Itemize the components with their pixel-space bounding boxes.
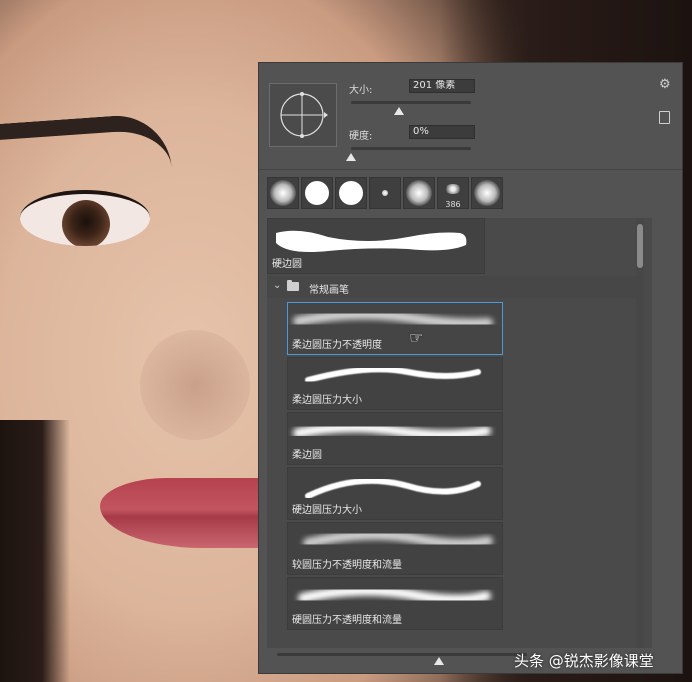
- brush-item[interactable]: 硬边圆压力大小: [287, 467, 503, 520]
- hardness-slider-thumb[interactable]: [346, 153, 356, 161]
- preset-size-number: 386: [445, 200, 461, 209]
- preset-spatter-brush[interactable]: 386: [437, 177, 469, 209]
- recent-brush-item[interactable]: 硬边圆: [267, 218, 485, 274]
- brush-preset-panel: 大小: 硬度: ⚙ 386 硬边圆 ⌄ 常规画笔 柔边圆压力不透明度柔边圆压力大…: [258, 62, 683, 674]
- stroke-path: [293, 422, 491, 440]
- stroke-path: [303, 529, 493, 549]
- size-slider-thumb[interactable]: [394, 107, 404, 115]
- brush-group-name: 常规画笔: [309, 285, 349, 296]
- size-slider-track[interactable]: [351, 101, 471, 104]
- preset-soft-round-brush[interactable]: [403, 177, 435, 209]
- new-preset-icon[interactable]: [659, 111, 670, 124]
- brush-item[interactable]: 柔边圆压力大小: [287, 357, 503, 410]
- brush-item[interactable]: 柔边圆: [287, 412, 503, 465]
- size-label: 大小:: [349, 85, 373, 96]
- preset-small-brush[interactable]: [369, 177, 401, 209]
- hardness-field[interactable]: [409, 125, 475, 139]
- soft-round-brush-icon: [474, 180, 500, 206]
- list-scrollbar[interactable]: [636, 218, 644, 648]
- hardness-label: 硬度:: [349, 131, 373, 142]
- iris: [62, 200, 110, 246]
- hair-left: [0, 420, 70, 682]
- brush-group-header[interactable]: ⌄ 常规画笔: [267, 276, 637, 298]
- brush-name: 硬边圆压力大小: [292, 505, 362, 516]
- eyebrow: [0, 112, 172, 180]
- stroke-path: [293, 309, 493, 329]
- recent-brush-name: 硬边圆: [272, 259, 302, 270]
- brush-name: 柔边圆压力大小: [292, 395, 362, 406]
- gear-icon[interactable]: ⚙: [659, 77, 671, 92]
- eye: [20, 190, 150, 246]
- brush-name: 硬圆压力不透明度和流量: [292, 615, 402, 626]
- stroke-path: [305, 366, 481, 383]
- brush-name: 柔边圆: [292, 450, 322, 461]
- lips: [100, 478, 270, 548]
- preview-size-slider-thumb[interactable]: [434, 657, 444, 665]
- preview-size-slider-track[interactable]: [277, 653, 527, 656]
- brush-name: 柔边圆压力不透明度: [292, 340, 382, 351]
- small-brush-icon: [382, 190, 388, 196]
- hard-round-brush-icon: [305, 181, 329, 205]
- spatter-brush-icon: [444, 183, 462, 194]
- chevron-down-icon[interactable]: ⌄: [273, 280, 281, 291]
- hand-cursor-icon: ☞: [409, 328, 424, 347]
- brush-angle-preview[interactable]: [269, 83, 337, 147]
- stroke-path: [298, 585, 491, 605]
- preset-soft-round-brush[interactable]: [267, 177, 299, 209]
- watermark: 头条 @锐杰影像课堂: [514, 652, 654, 670]
- hard-round-brush-icon: [339, 181, 363, 205]
- nose-shadow: [140, 330, 250, 440]
- divider: [259, 169, 682, 170]
- brush-item[interactable]: 硬圆压力不透明度和流量: [287, 577, 503, 630]
- preset-hard-round-brush[interactable]: [301, 177, 333, 209]
- preset-hard-round-brush[interactable]: [335, 177, 367, 209]
- soft-round-brush-icon: [406, 180, 432, 206]
- brush-name: 较圆压力不透明度和流量: [292, 560, 402, 571]
- brush-item[interactable]: 较圆压力不透明度和流量: [287, 522, 503, 575]
- preset-soft-round-brush[interactable]: [471, 177, 503, 209]
- hardness-slider-track[interactable]: [351, 147, 471, 150]
- size-field[interactable]: [409, 79, 475, 93]
- soft-round-brush-icon: [270, 180, 296, 206]
- brush-preset-list: 硬边圆 ⌄ 常规画笔 柔边圆压力不透明度 柔边圆压力大小 柔边圆硬边圆压力大小较圆压…: [267, 218, 652, 648]
- stroke-path: [305, 477, 481, 499]
- recent-brush-presets: 386: [267, 177, 503, 209]
- scroll-thumb[interactable]: [637, 224, 643, 268]
- hard-round-stroke-preview: [276, 230, 467, 252]
- folder-icon: [287, 280, 299, 291]
- brush-item[interactable]: 柔边圆压力不透明度: [287, 302, 503, 355]
- brush-angle-icon: [280, 92, 328, 138]
